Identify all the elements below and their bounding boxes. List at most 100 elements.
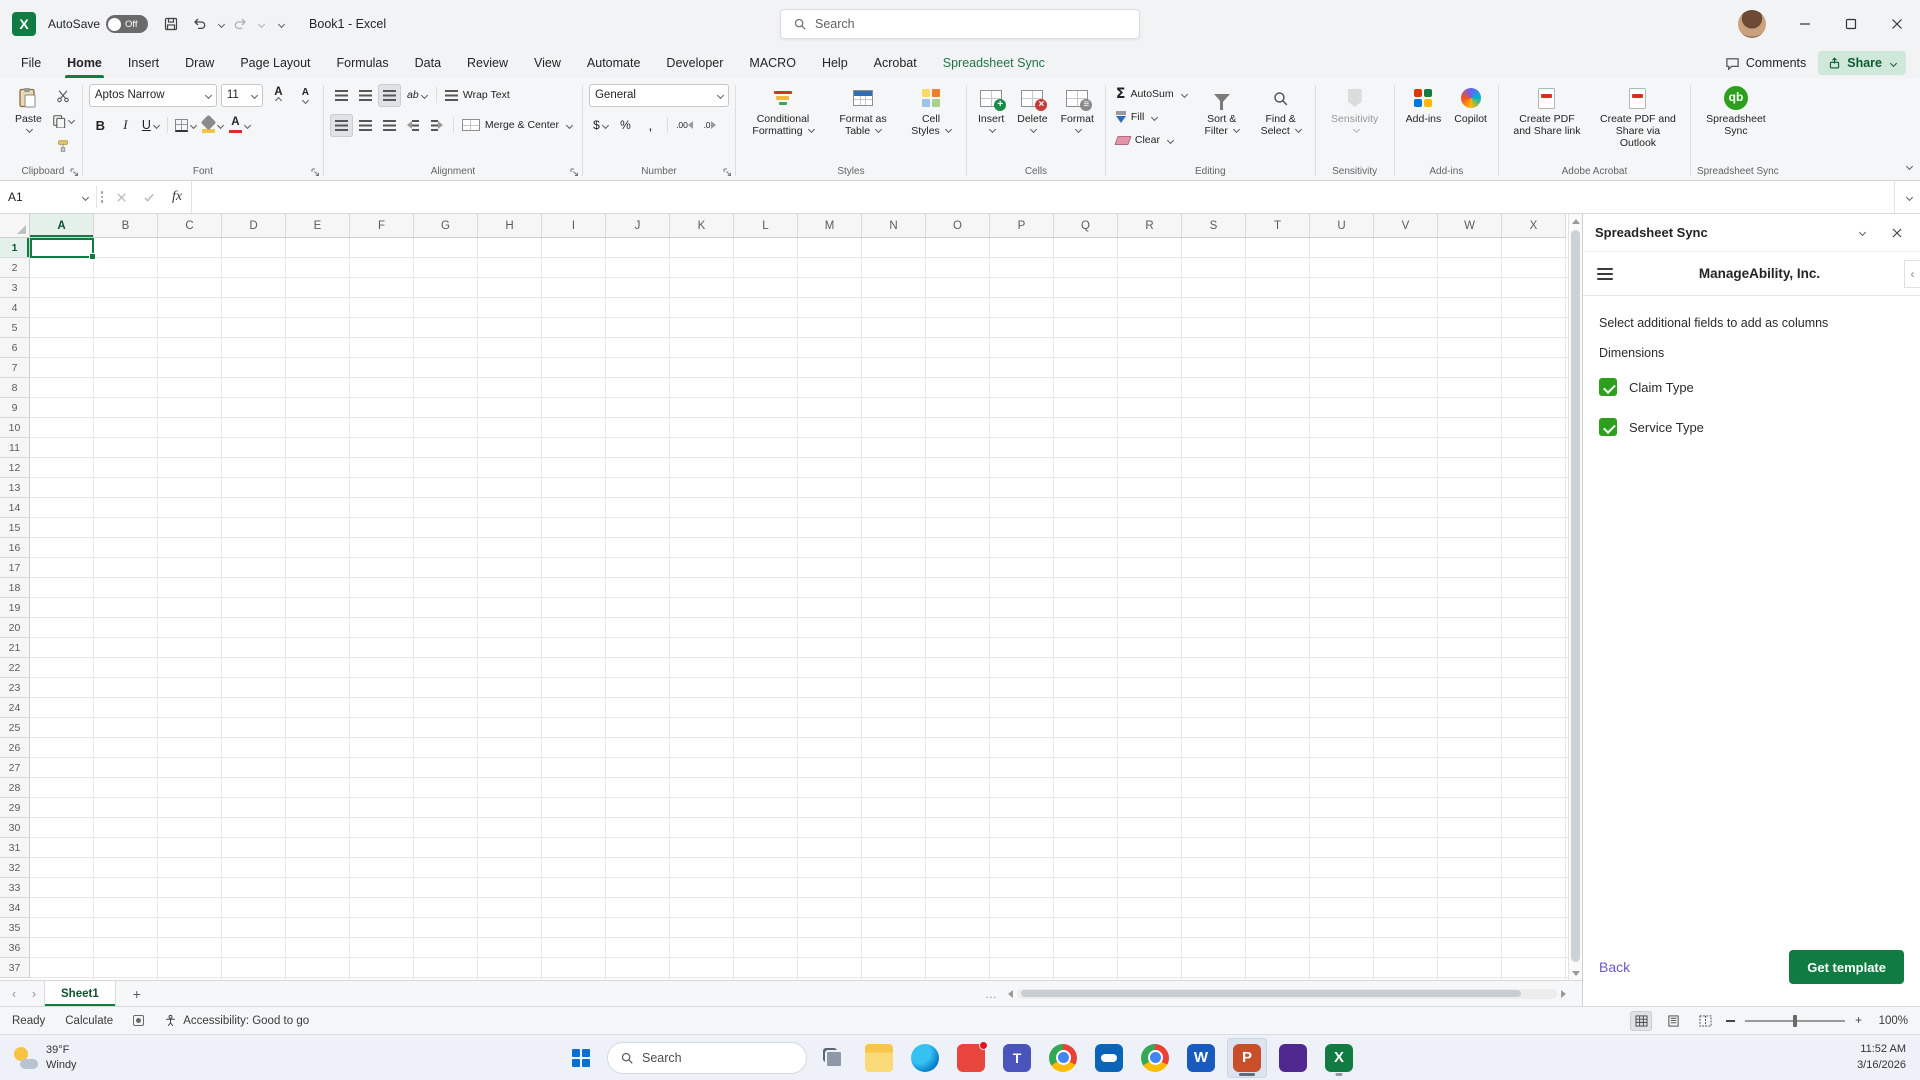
name-box[interactable]: A1 [0,181,96,213]
scroll-up-arrow[interactable] [1569,214,1582,228]
column-header-q[interactable]: Q [1054,214,1118,238]
tab-view[interactable]: View [521,48,574,78]
italic-button[interactable]: I [114,114,137,137]
align-center-button[interactable] [354,114,377,137]
row-header-12[interactable]: 12 [0,458,30,478]
create-pdf-share-outlook-button[interactable]: Create PDF and Share via Outlook [1592,82,1684,151]
zoom-slider[interactable] [1745,1020,1845,1022]
column-header-u[interactable]: U [1310,214,1374,238]
excel-icon[interactable]: X [1319,1038,1359,1078]
decrease-decimal-button[interactable]: .0 [698,114,721,137]
font-name-combo[interactable]: Aptos Narrow [89,84,217,107]
redo-menu-chevron-icon[interactable] [258,20,265,27]
back-link[interactable]: Back [1599,959,1630,975]
weather-widget[interactable]: 39°F Windy [12,1043,77,1072]
row-header-37[interactable]: 37 [0,958,30,978]
row-header-5[interactable]: 5 [0,318,30,338]
column-header-b[interactable]: B [94,214,158,238]
column-header-f[interactable]: F [350,214,414,238]
column-header-t[interactable]: T [1246,214,1310,238]
row-header-10[interactable]: 10 [0,418,30,438]
number-dialog-launcher[interactable] [723,168,732,177]
fill-color-button[interactable] [200,114,225,137]
row-header-20[interactable]: 20 [0,618,30,638]
conditional-formatting-button[interactable]: Conditional Formatting [742,82,824,139]
row-header-11[interactable]: 11 [0,438,30,458]
decrease-font-size-button[interactable]: A [294,84,317,107]
wrap-text-button[interactable]: Wrap Text [441,84,514,106]
insert-cells-button[interactable]: + Insert [973,82,1009,139]
purple-app-icon[interactable] [1273,1038,1313,1078]
autosave-toggle[interactable]: Off [106,15,148,33]
row-header-25[interactable]: 25 [0,718,30,738]
row-header-31[interactable]: 31 [0,838,30,858]
spreadsheet-sync-button[interactable]: qb Spreadsheet Sync [1697,82,1775,139]
row-header-32[interactable]: 32 [0,858,30,878]
align-right-button[interactable] [378,114,401,137]
column-header-a[interactable]: A [30,214,94,238]
tab-draw[interactable]: Draw [172,48,227,78]
customize-quick-access-button[interactable] [267,11,293,37]
user-avatar[interactable] [1738,10,1766,38]
new-sheet-button[interactable]: + [126,983,148,1005]
merge-center-button[interactable]: Merge & Center [458,114,576,136]
accounting-format-button[interactable]: $ [589,114,612,137]
chrome-icon[interactable] [1043,1038,1083,1078]
tab-help[interactable]: Help [809,48,861,78]
insert-function-button[interactable]: fx [163,181,191,213]
edge-icon[interactable] [905,1038,945,1078]
onedrive-icon[interactable] [1089,1038,1129,1078]
tab-formulas[interactable]: Formulas [324,48,402,78]
column-header-c[interactable]: C [158,214,222,238]
page-layout-view-button[interactable] [1662,1011,1684,1031]
horizontal-scrollbar-track[interactable] [1017,989,1557,999]
clear-button[interactable]: Clear [1112,129,1191,151]
macro-record-button[interactable] [133,1015,144,1026]
tab-page-layout[interactable]: Page Layout [227,48,323,78]
cell-styles-button[interactable]: Cell Styles [902,82,960,139]
zoom-out-button[interactable] [1726,1020,1735,1022]
cut-button[interactable] [50,84,76,107]
column-header-v[interactable]: V [1374,214,1438,238]
row-header-19[interactable]: 19 [0,598,30,618]
row-header-33[interactable]: 33 [0,878,30,898]
select-all-corner[interactable] [0,214,30,238]
horizontal-scrollbar[interactable]: … [985,987,1566,1001]
row-header-35[interactable]: 35 [0,918,30,938]
minimize-button[interactable] [1782,0,1828,48]
tab-file[interactable]: File [8,48,54,78]
column-header-i[interactable]: I [542,214,606,238]
cells[interactable] [30,238,1568,980]
taskbar-search[interactable]: Search [607,1042,807,1074]
zoom-level[interactable]: 100% [1872,1015,1908,1027]
row-header-36[interactable]: 36 [0,938,30,958]
underline-button[interactable]: U [139,114,162,137]
borders-button[interactable] [173,114,198,137]
scroll-left-arrow[interactable] [1008,990,1013,998]
orientation-button[interactable]: ab [402,84,432,107]
previous-sheet-button[interactable]: ‹ [4,986,24,1001]
cancel-entry-button[interactable] [107,181,135,213]
word-icon[interactable]: W [1181,1038,1221,1078]
checkbox-service-type[interactable] [1599,418,1617,436]
next-sheet-button[interactable]: › [24,986,44,1001]
column-header-s[interactable]: S [1182,214,1246,238]
paste-button[interactable]: Paste [10,82,47,139]
fill-button[interactable]: Fill [1112,106,1191,128]
row-header-22[interactable]: 22 [0,658,30,678]
row-header-26[interactable]: 26 [0,738,30,758]
bottom-align-button[interactable] [378,84,401,107]
page-break-view-button[interactable] [1694,1011,1716,1031]
autosum-button[interactable]: ΣAutoSum [1112,83,1191,105]
calculate-indicator[interactable]: Calculate [65,1015,113,1027]
maximize-button[interactable] [1828,0,1874,48]
formula-bar-drag-handle[interactable] [97,181,107,213]
undo-button[interactable] [187,11,213,37]
font-color-button[interactable]: A [227,114,252,137]
file-explorer-icon[interactable] [859,1038,899,1078]
row-header-27[interactable]: 27 [0,758,30,778]
undo-menu-chevron-icon[interactable] [218,20,225,27]
tab-macro[interactable]: MACRO [736,48,809,78]
column-header-m[interactable]: M [798,214,862,238]
decrease-indent-button[interactable] [402,114,425,137]
